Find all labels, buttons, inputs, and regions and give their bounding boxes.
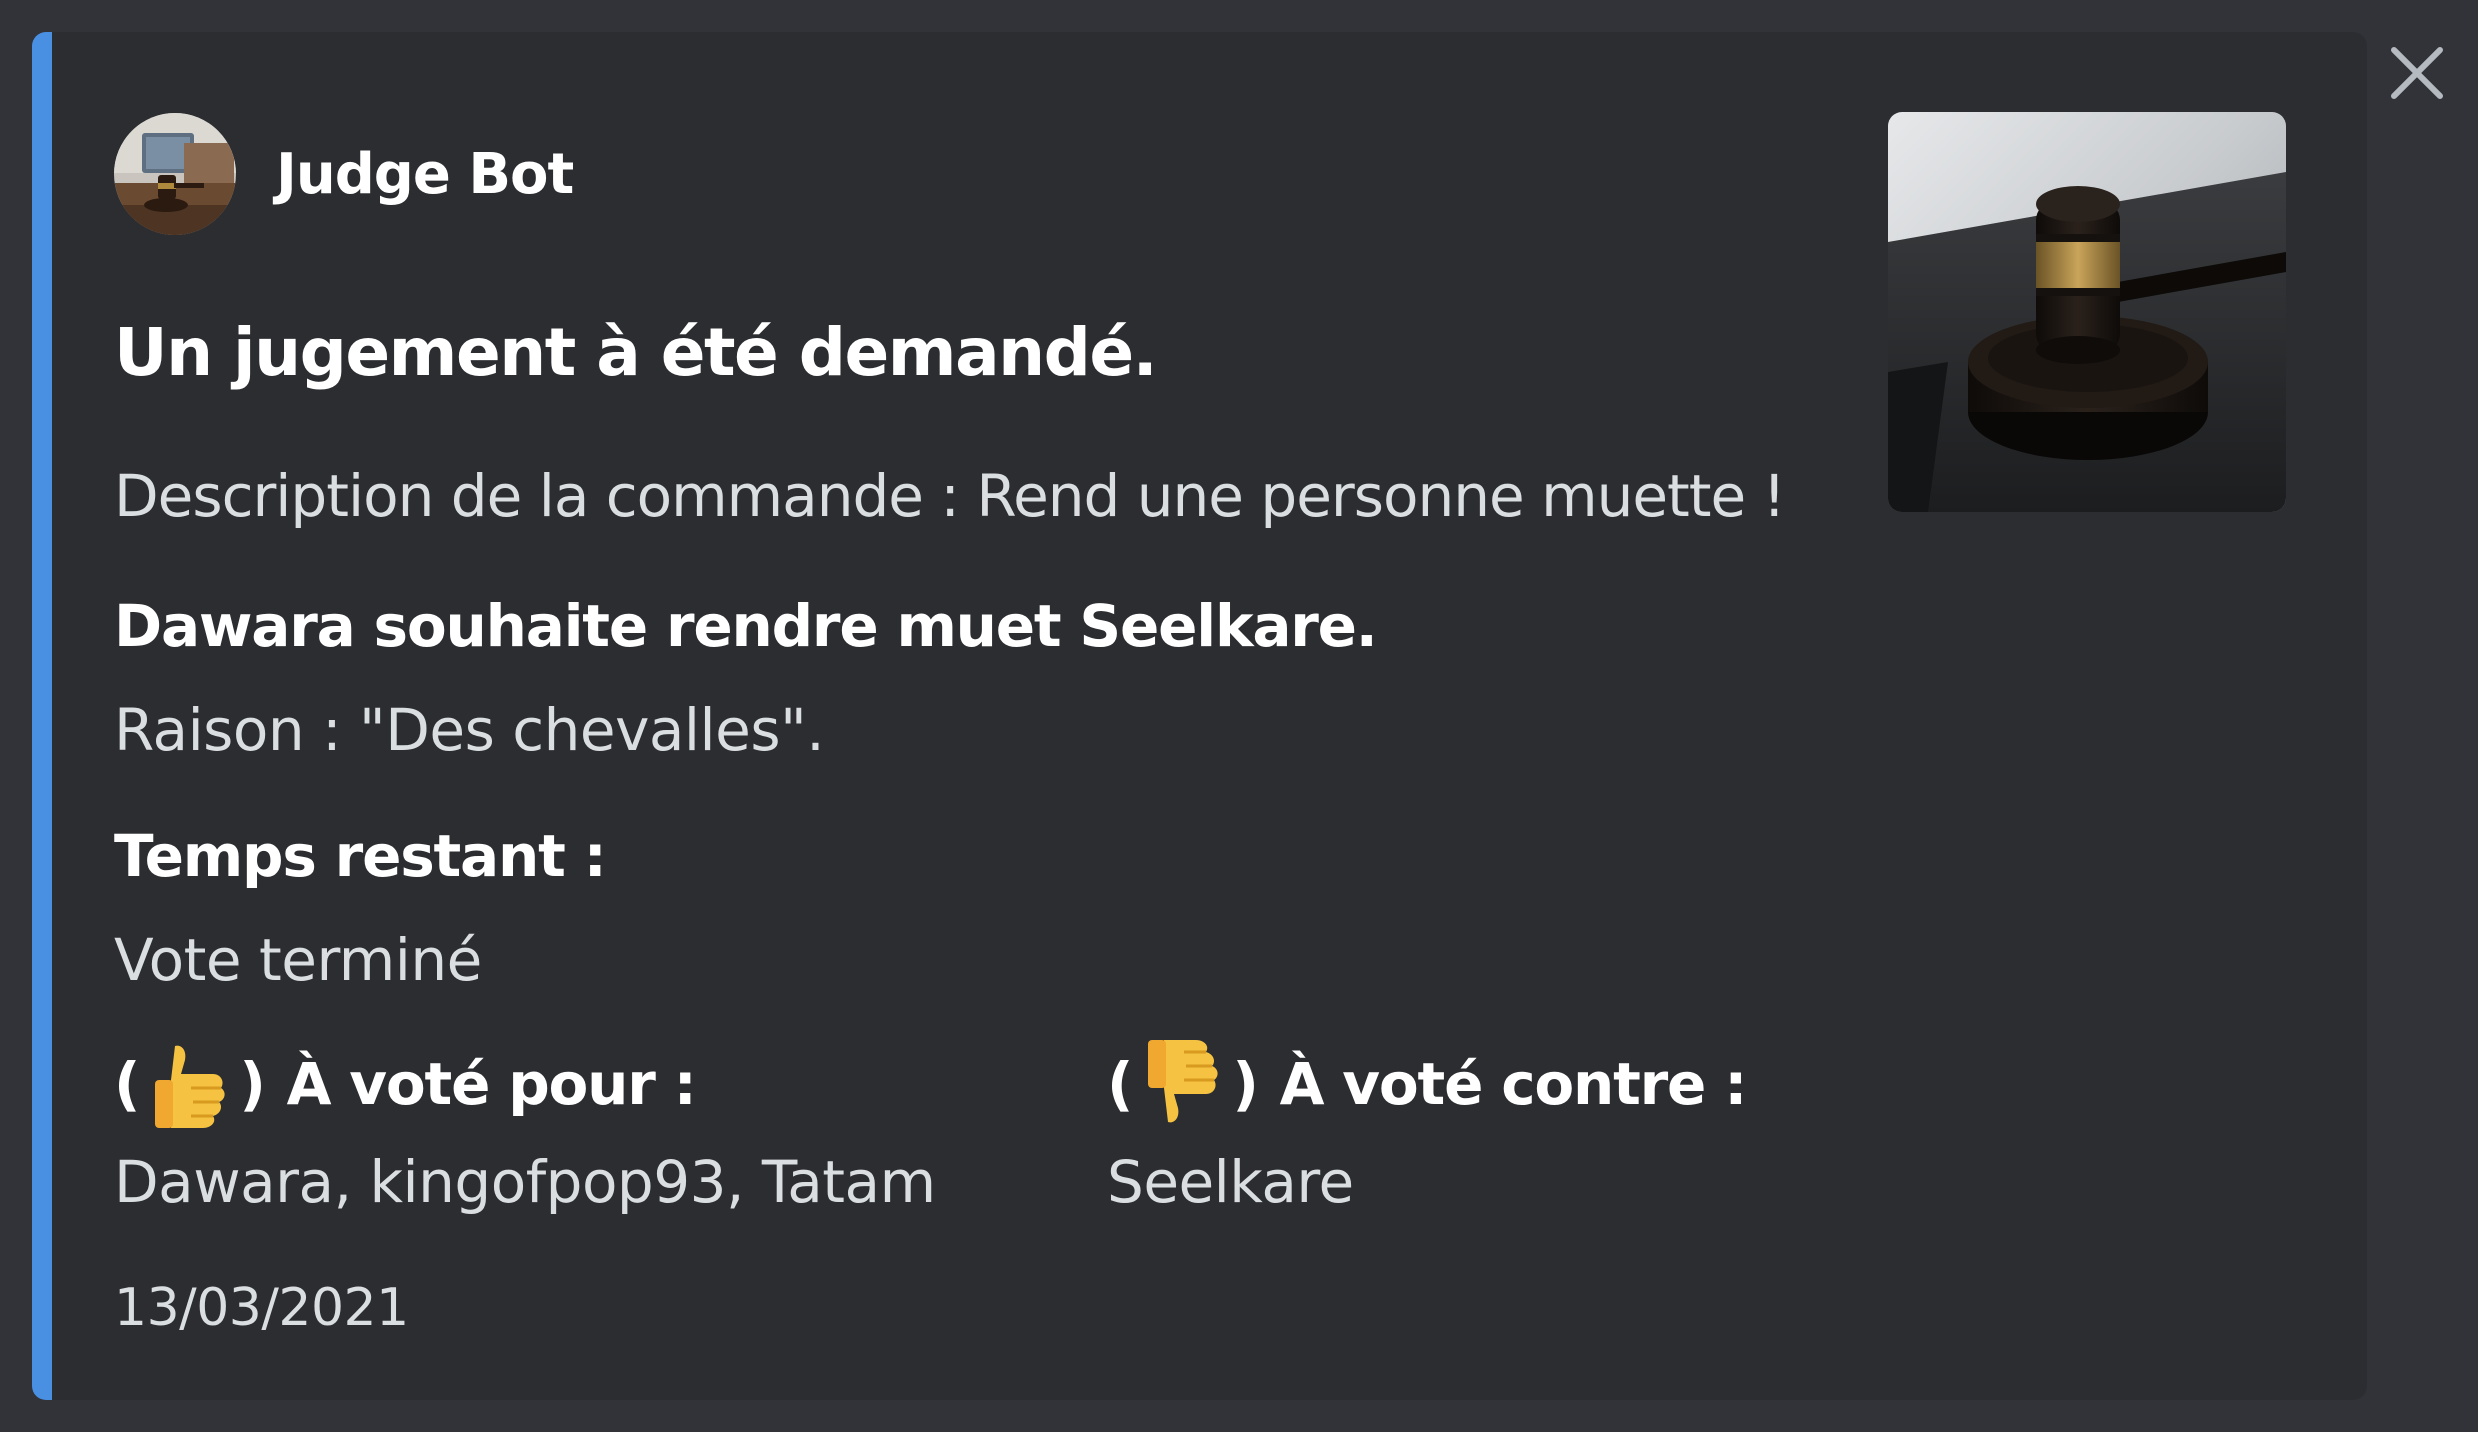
field-time-value: Vote terminé xyxy=(114,926,482,994)
thumbs-down-icon xyxy=(1148,1040,1218,1123)
field-request-value: Raison : "Des chevalles". xyxy=(114,696,825,764)
field-against-value: Seelkare xyxy=(1107,1148,1354,1216)
embed-title: Un jugement à été demandé. xyxy=(114,314,1158,391)
close-icon xyxy=(2391,47,2443,99)
embed-thumbnail[interactable] xyxy=(1888,112,2286,512)
thumbs-up-icon xyxy=(155,1045,225,1128)
for-close-paren: ) xyxy=(239,1050,266,1118)
field-against-name: ( ) À voté contre : xyxy=(1107,1036,1748,1132)
field-for-name: ( ) À voté pour : xyxy=(114,1036,697,1132)
embed-card: Judge Bot Un jugement à été demandé. Des… xyxy=(32,32,2367,1400)
field-time-name: Temps restant : xyxy=(114,822,607,890)
embed-accent-bar xyxy=(32,32,52,1400)
against-label: À voté contre : xyxy=(1279,1050,1748,1118)
field-for-value: Dawara, kingofpop93, Tatam xyxy=(114,1148,936,1216)
embed-description: Description de la commande : Rend une pe… xyxy=(114,462,1786,530)
gavel-image xyxy=(1888,112,2286,512)
author-avatar[interactable] xyxy=(114,113,236,235)
for-open-paren: ( xyxy=(114,1050,141,1118)
against-close-paren: ) xyxy=(1232,1050,1259,1118)
avatar-image xyxy=(114,113,236,235)
against-open-paren: ( xyxy=(1107,1050,1134,1118)
for-label: À voté pour : xyxy=(286,1050,697,1118)
embed-author: Judge Bot xyxy=(114,112,574,236)
close-button[interactable] xyxy=(2384,40,2450,106)
embed-footer-date: 13/03/2021 xyxy=(114,1278,409,1338)
field-request-name: Dawara souhaite rendre muet Seelkare. xyxy=(114,592,1378,660)
author-name[interactable]: Judge Bot xyxy=(276,142,574,207)
